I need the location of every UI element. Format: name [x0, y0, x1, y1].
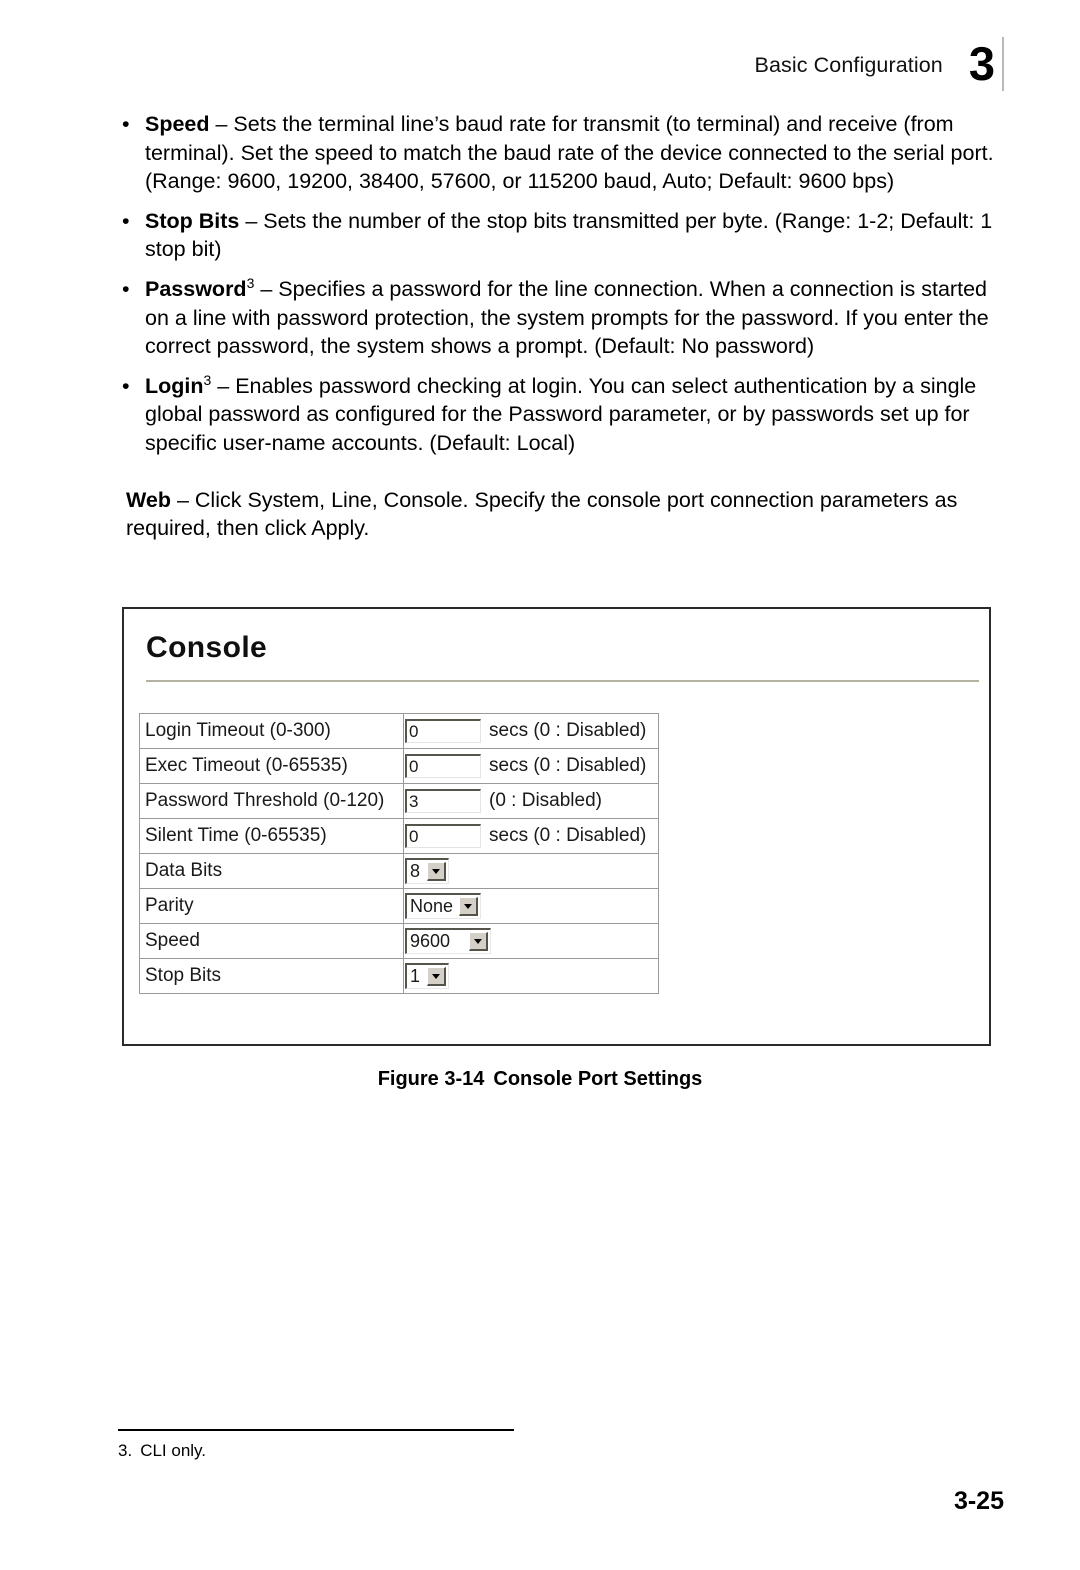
chevron-down-icon[interactable] [459, 897, 478, 916]
web-term: Web [126, 487, 171, 512]
control-wrap: secs (0 : Disabled) [405, 754, 658, 778]
header-vertical-rule [1002, 37, 1004, 91]
control-wrap: 1 [405, 963, 658, 989]
bullet-marker-icon: • [122, 373, 130, 398]
chapter-number: 3 [968, 36, 995, 90]
console-form-body: Login Timeout (0-300) secs (0 : Disabled… [139, 713, 659, 994]
bullet-text-password: Password3 – Specifies a password for the… [145, 275, 998, 361]
footnote: 3. CLI only. [118, 1441, 206, 1461]
row-control-exec-timeout: secs (0 : Disabled) [403, 748, 659, 784]
password-threshold-input[interactable] [405, 789, 481, 813]
bullet-item-password: • Password3 – Specifies a password for t… [118, 275, 998, 361]
row-label-speed: Speed [139, 923, 404, 959]
body-copy: • Speed – Sets the terminal line’s baud … [118, 110, 998, 543]
table-row: Speed 9600 [139, 923, 659, 959]
exec-timeout-input[interactable] [405, 754, 481, 778]
table-row: Stop Bits 1 [139, 958, 659, 994]
figure-title: Console Port Settings [493, 1068, 703, 1090]
bullet-marker-icon: • [122, 208, 130, 233]
table-row: Parity None [139, 888, 659, 924]
bullet-text-login: Login3 – Enables password checking at lo… [145, 372, 998, 458]
table-row: Silent Time (0-65535) secs (0 : Disabled… [139, 818, 659, 854]
control-wrap: secs (0 : Disabled) [405, 824, 658, 848]
figure-number: Figure 3-14 [377, 1068, 485, 1090]
row-control-silent-time: secs (0 : Disabled) [403, 818, 659, 854]
chevron-down-icon[interactable] [427, 967, 446, 986]
bullet-body-stop-bits: – Sets the number of the stop bits trans… [145, 208, 993, 262]
parity-select[interactable]: None [405, 893, 481, 919]
chevron-down-icon[interactable] [427, 862, 446, 881]
bullet-body-speed: – Sets the terminal line’s baud rate for… [145, 112, 994, 194]
web-instructions-paragraph: Web – Click System, Line, Console. Speci… [118, 486, 998, 543]
footnote-text: CLI only. [140, 1441, 207, 1460]
console-page-title: Console [146, 631, 268, 664]
row-control-data-bits: 8 [403, 853, 659, 889]
control-wrap: (0 : Disabled) [405, 789, 658, 813]
password-threshold-suffix: (0 : Disabled) [489, 790, 602, 811]
row-label-password-threshold: Password Threshold (0-120) [139, 783, 404, 819]
bullet-item-login: • Login3 – Enables password checking at … [118, 372, 998, 458]
row-label-silent-time: Silent Time (0-65535) [139, 818, 404, 854]
control-wrap: 8 [405, 858, 658, 884]
silent-time-suffix: secs (0 : Disabled) [489, 825, 647, 846]
row-label-stop-bits: Stop Bits [139, 958, 404, 994]
row-control-login-timeout: secs (0 : Disabled) [403, 713, 659, 749]
parity-value: None [410, 896, 454, 916]
console-settings-screenshot: Console Login Timeout (0-300) secs (0 : … [122, 607, 991, 1046]
page-number: 3-25 [953, 1487, 1004, 1515]
chevron-down-icon[interactable] [469, 932, 488, 951]
exec-timeout-suffix: secs (0 : Disabled) [489, 755, 647, 776]
header-title: Basic Configuration [754, 52, 943, 77]
bullet-body-password: – Specifies a password for the line conn… [145, 276, 989, 359]
row-label-parity: Parity [139, 888, 404, 924]
bullet-marker-icon: • [122, 276, 130, 301]
bullet-item-speed: • Speed – Sets the terminal line’s baud … [118, 110, 998, 196]
footnote-number: 3. [118, 1441, 133, 1460]
stop-bits-value: 1 [410, 966, 421, 986]
web-body: – Click System, Line, Console. Specify t… [126, 487, 958, 541]
control-wrap: None [405, 893, 658, 919]
page-header: Basic Configuration 3 [755, 36, 1004, 94]
login-timeout-input[interactable] [405, 719, 481, 743]
bullet-term-password: Password [145, 276, 247, 301]
row-label-login-timeout: Login Timeout (0-300) [139, 713, 404, 749]
figure-caption: Figure 3-14 Console Port Settings [0, 1068, 1080, 1091]
row-control-parity: None [403, 888, 659, 924]
bullet-text-stop-bits: Stop Bits – Sets the number of the stop … [145, 207, 998, 264]
row-control-password-threshold: (0 : Disabled) [403, 783, 659, 819]
table-row: Password Threshold (0-120) (0 : Disabled… [139, 783, 659, 819]
bullet-term-stop-bits: Stop Bits [145, 208, 240, 233]
speed-select[interactable]: 9600 [405, 928, 491, 954]
bullet-marker-icon: • [122, 112, 130, 136]
bullet-term-speed: Speed [145, 112, 210, 136]
row-label-data-bits: Data Bits [139, 853, 404, 889]
table-row: Data Bits 8 [139, 853, 659, 889]
control-wrap: 9600 [405, 928, 658, 954]
table-row: Login Timeout (0-300) secs (0 : Disabled… [139, 713, 659, 749]
data-bits-select[interactable]: 8 [405, 858, 449, 884]
stop-bits-select[interactable]: 1 [405, 963, 449, 989]
table-row: Exec Timeout (0-65535) secs (0 : Disable… [139, 748, 659, 784]
bullet-item-stop-bits: • Stop Bits – Sets the number of the sto… [118, 207, 998, 264]
bullet-text-speed: Speed – Sets the terminal line’s baud ra… [145, 110, 998, 196]
row-control-stop-bits: 1 [403, 958, 659, 994]
silent-time-input[interactable] [405, 824, 481, 848]
console-settings-form: Login Timeout (0-300) secs (0 : Disabled… [139, 713, 659, 994]
footnote-separator [118, 1429, 514, 1431]
row-label-exec-timeout: Exec Timeout (0-65535) [139, 748, 404, 784]
title-divider [146, 680, 979, 682]
speed-value: 9600 [410, 931, 451, 951]
bullet-body-login: – Enables password checking at login. Yo… [145, 373, 977, 455]
login-timeout-suffix: secs (0 : Disabled) [489, 720, 647, 741]
bullet-term-login: Login [145, 373, 204, 398]
control-wrap: secs (0 : Disabled) [405, 719, 658, 743]
data-bits-value: 8 [410, 861, 421, 881]
row-control-speed: 9600 [403, 923, 659, 959]
